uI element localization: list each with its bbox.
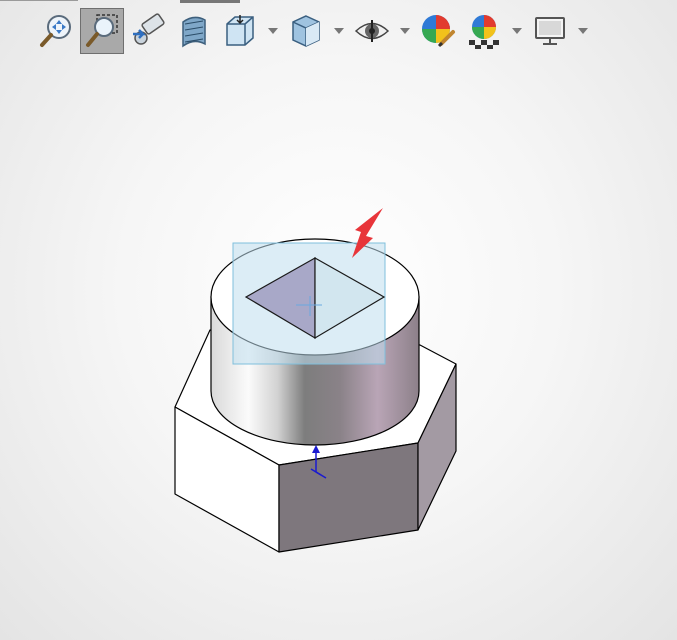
edit-appearance-icon [422,15,455,48]
zoom-to-fit-icon [40,15,71,47]
chevron-down-icon [400,28,410,34]
hide-show-items-dropdown[interactable] [398,22,412,40]
tab-strip-active [180,0,240,3]
apply-scene-button[interactable] [462,8,506,54]
hide-show-items-button[interactable] [350,8,394,54]
view-orientation-dropdown[interactable] [266,22,280,40]
display-style-dropdown[interactable] [332,22,346,40]
tab-strip-left [0,0,78,4]
cylinder-boss[interactable] [210,238,420,446]
zoom-to-area-icon [86,14,118,47]
graphics-area[interactable] [0,60,677,640]
hide-show-items-icon [354,20,390,42]
apply-scene-icon [469,15,499,49]
zoom-to-area-button[interactable] [80,8,124,54]
chevron-down-icon [334,28,344,34]
apply-scene-dropdown[interactable] [510,22,524,40]
heads-up-view-toolbar [0,8,677,56]
view-orientation-button[interactable] [218,8,262,54]
chevron-down-icon [512,28,522,34]
chevron-down-icon [578,28,588,34]
view-settings-icon [535,17,565,45]
model-viewport[interactable] [0,60,677,640]
edit-appearance-button[interactable] [416,8,460,54]
view-settings-dropdown[interactable] [576,22,590,40]
window-top-edge [0,0,677,4]
section-view-icon [182,16,206,48]
previous-view-icon [133,13,165,45]
section-view-button[interactable] [172,8,216,54]
view-settings-button[interactable] [528,8,572,54]
display-style-button[interactable] [284,8,328,54]
chevron-down-icon [268,28,278,34]
display-style-icon [292,15,320,47]
previous-view-button[interactable] [126,8,170,54]
zoom-to-fit-button[interactable] [34,8,78,54]
view-orientation-icon [226,15,254,46]
